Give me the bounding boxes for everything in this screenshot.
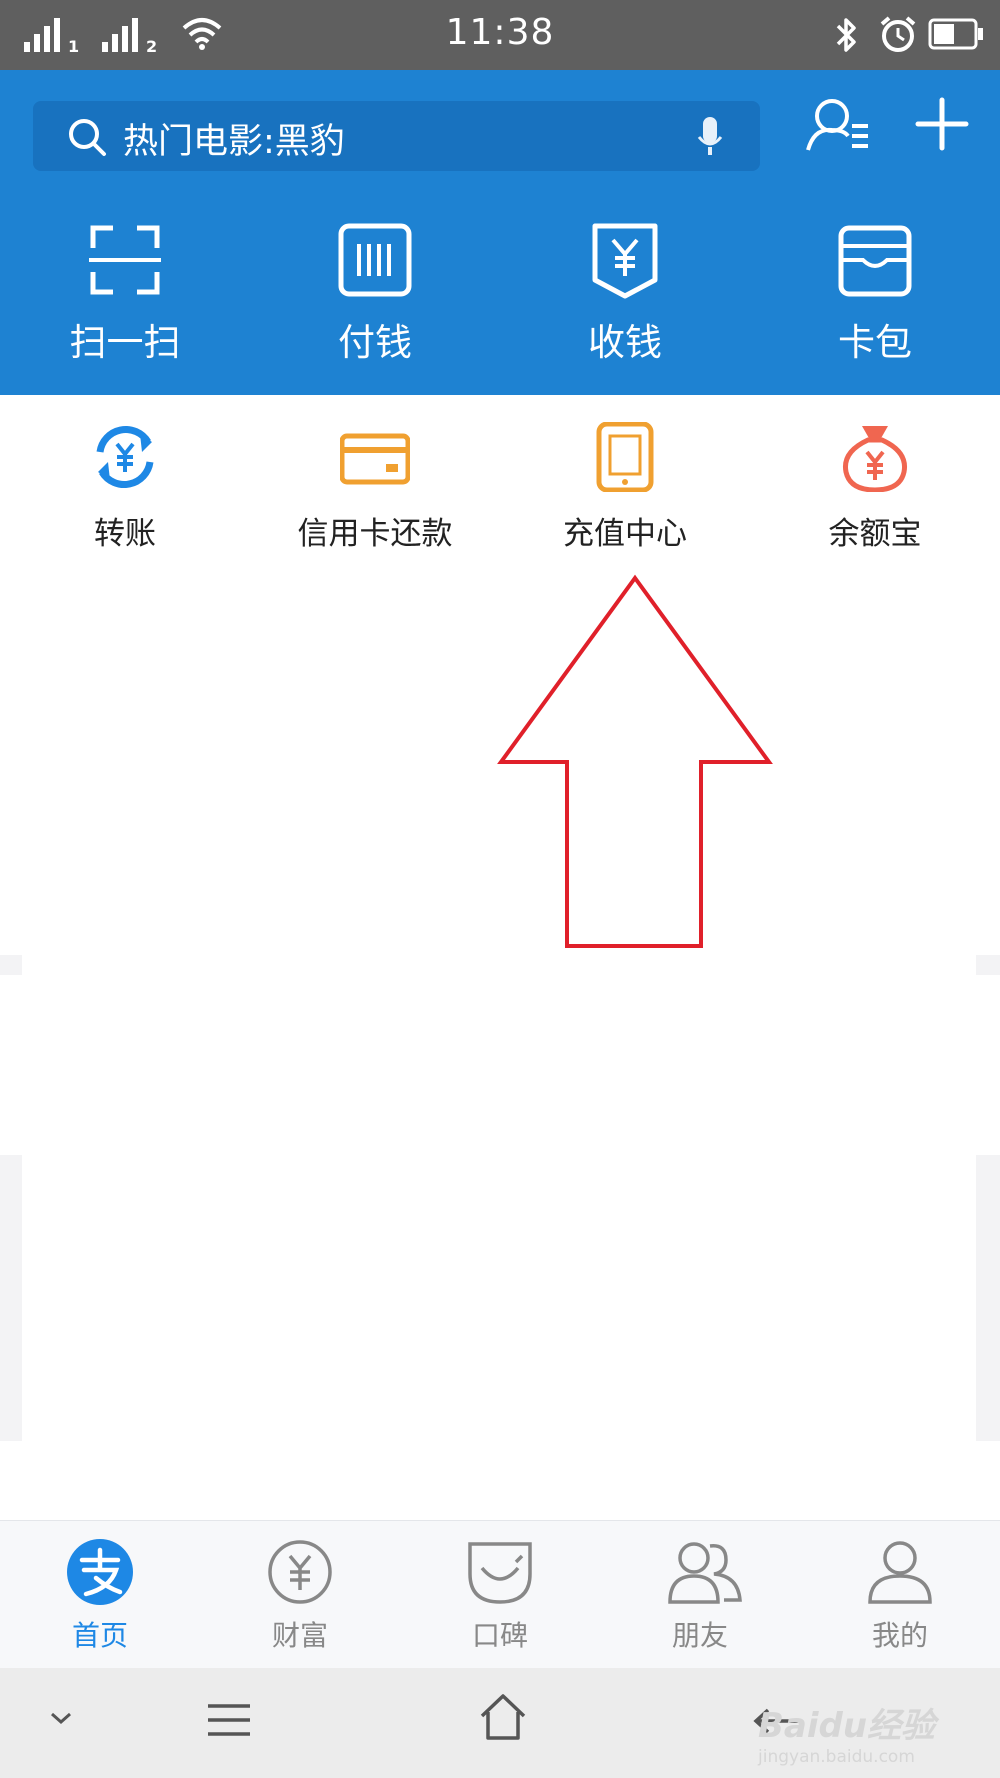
annotation-arrow	[497, 574, 773, 948]
alarm-icon	[880, 16, 916, 52]
profile-icon	[868, 1541, 932, 1604]
card-wallet-icon	[838, 225, 912, 297]
tab-label: 朋友	[671, 1619, 728, 1652]
quick-action-scan[interactable]: 扫一扫	[0, 220, 250, 364]
status-bar: 1 2 11:38	[0, 0, 1000, 70]
quick-action-cards[interactable]: 卡包	[750, 220, 1000, 364]
edge-marker	[0, 1155, 22, 1441]
wealth-icon	[268, 1540, 332, 1604]
tab-label: 财富	[271, 1619, 328, 1652]
quick-action-label: 卡包	[838, 321, 912, 364]
add-icon[interactable]	[914, 96, 970, 152]
quick-action-receive[interactable]: 收钱	[500, 220, 750, 364]
tab-profile[interactable]: 我的	[800, 1521, 1000, 1669]
watermark-url: jingyan.baidu.com	[758, 1747, 915, 1767]
alipay-home-icon	[67, 1539, 133, 1605]
quick-action-pay[interactable]: 付钱	[250, 220, 500, 364]
contacts-icon[interactable]	[804, 96, 874, 156]
service-yuebao[interactable]: 余额宝	[750, 422, 1000, 552]
money-bag-icon	[842, 426, 908, 492]
search-placeholder: 热门电影:黑豹	[123, 122, 345, 162]
service-label: 充值中心	[563, 516, 687, 552]
scan-icon	[89, 225, 161, 295]
phone-topup-icon	[596, 422, 654, 492]
service-label: 余额宝	[828, 516, 922, 552]
tab-home[interactable]: 首页	[0, 1521, 200, 1669]
bluetooth-icon	[836, 18, 856, 52]
transfer-icon	[96, 426, 154, 488]
battery-icon	[928, 18, 983, 50]
watermark: Baidu经验 jingyan.baidu.com	[758, 1698, 998, 1768]
edge-marker	[0, 955, 22, 975]
quick-action-label: 扫一扫	[69, 321, 181, 364]
credit-card-icon	[340, 433, 410, 485]
receive-money-icon	[592, 223, 658, 299]
friends-icon	[668, 1542, 742, 1604]
service-phone-topup[interactable]: 充值中心	[500, 422, 750, 552]
search-icon	[69, 119, 106, 156]
header: 热门电影:黑豹 扫一扫 付钱 收钱 卡包	[0, 70, 1000, 395]
tab-koubei[interactable]: 口碑	[400, 1521, 600, 1669]
service-transfer[interactable]: 转账	[0, 422, 250, 552]
search-bar[interactable]: 热门电影:黑豹	[33, 101, 760, 171]
service-label: 信用卡还款	[297, 516, 453, 552]
tab-wealth[interactable]: 财富	[200, 1521, 400, 1669]
edge-marker	[976, 1155, 1000, 1441]
quick-action-label: 收钱	[588, 321, 662, 364]
system-nav-bar: Baidu经验 jingyan.baidu.com	[0, 1668, 1000, 1778]
mic-icon[interactable]	[695, 115, 725, 159]
menu-icon[interactable]	[204, 1702, 254, 1738]
tab-label: 口碑	[471, 1619, 528, 1652]
bottom-tab-bar: 首页 财富 口碑 朋友 我的	[0, 1520, 1000, 1669]
quick-action-label: 付钱	[338, 321, 412, 364]
home-nav-icon[interactable]	[478, 1692, 528, 1742]
tab-label: 我的	[871, 1619, 928, 1652]
tab-label: 首页	[71, 1619, 128, 1652]
service-credit-card[interactable]: 信用卡还款	[250, 422, 500, 552]
tab-friends[interactable]: 朋友	[600, 1521, 800, 1669]
chevron-down-icon[interactable]	[48, 1708, 74, 1728]
edge-marker	[976, 955, 1000, 975]
service-label: 转账	[94, 516, 156, 552]
pay-barcode-icon	[338, 223, 412, 297]
watermark-brand: Baidu经验	[758, 1706, 936, 1746]
koubei-icon	[468, 1542, 532, 1604]
